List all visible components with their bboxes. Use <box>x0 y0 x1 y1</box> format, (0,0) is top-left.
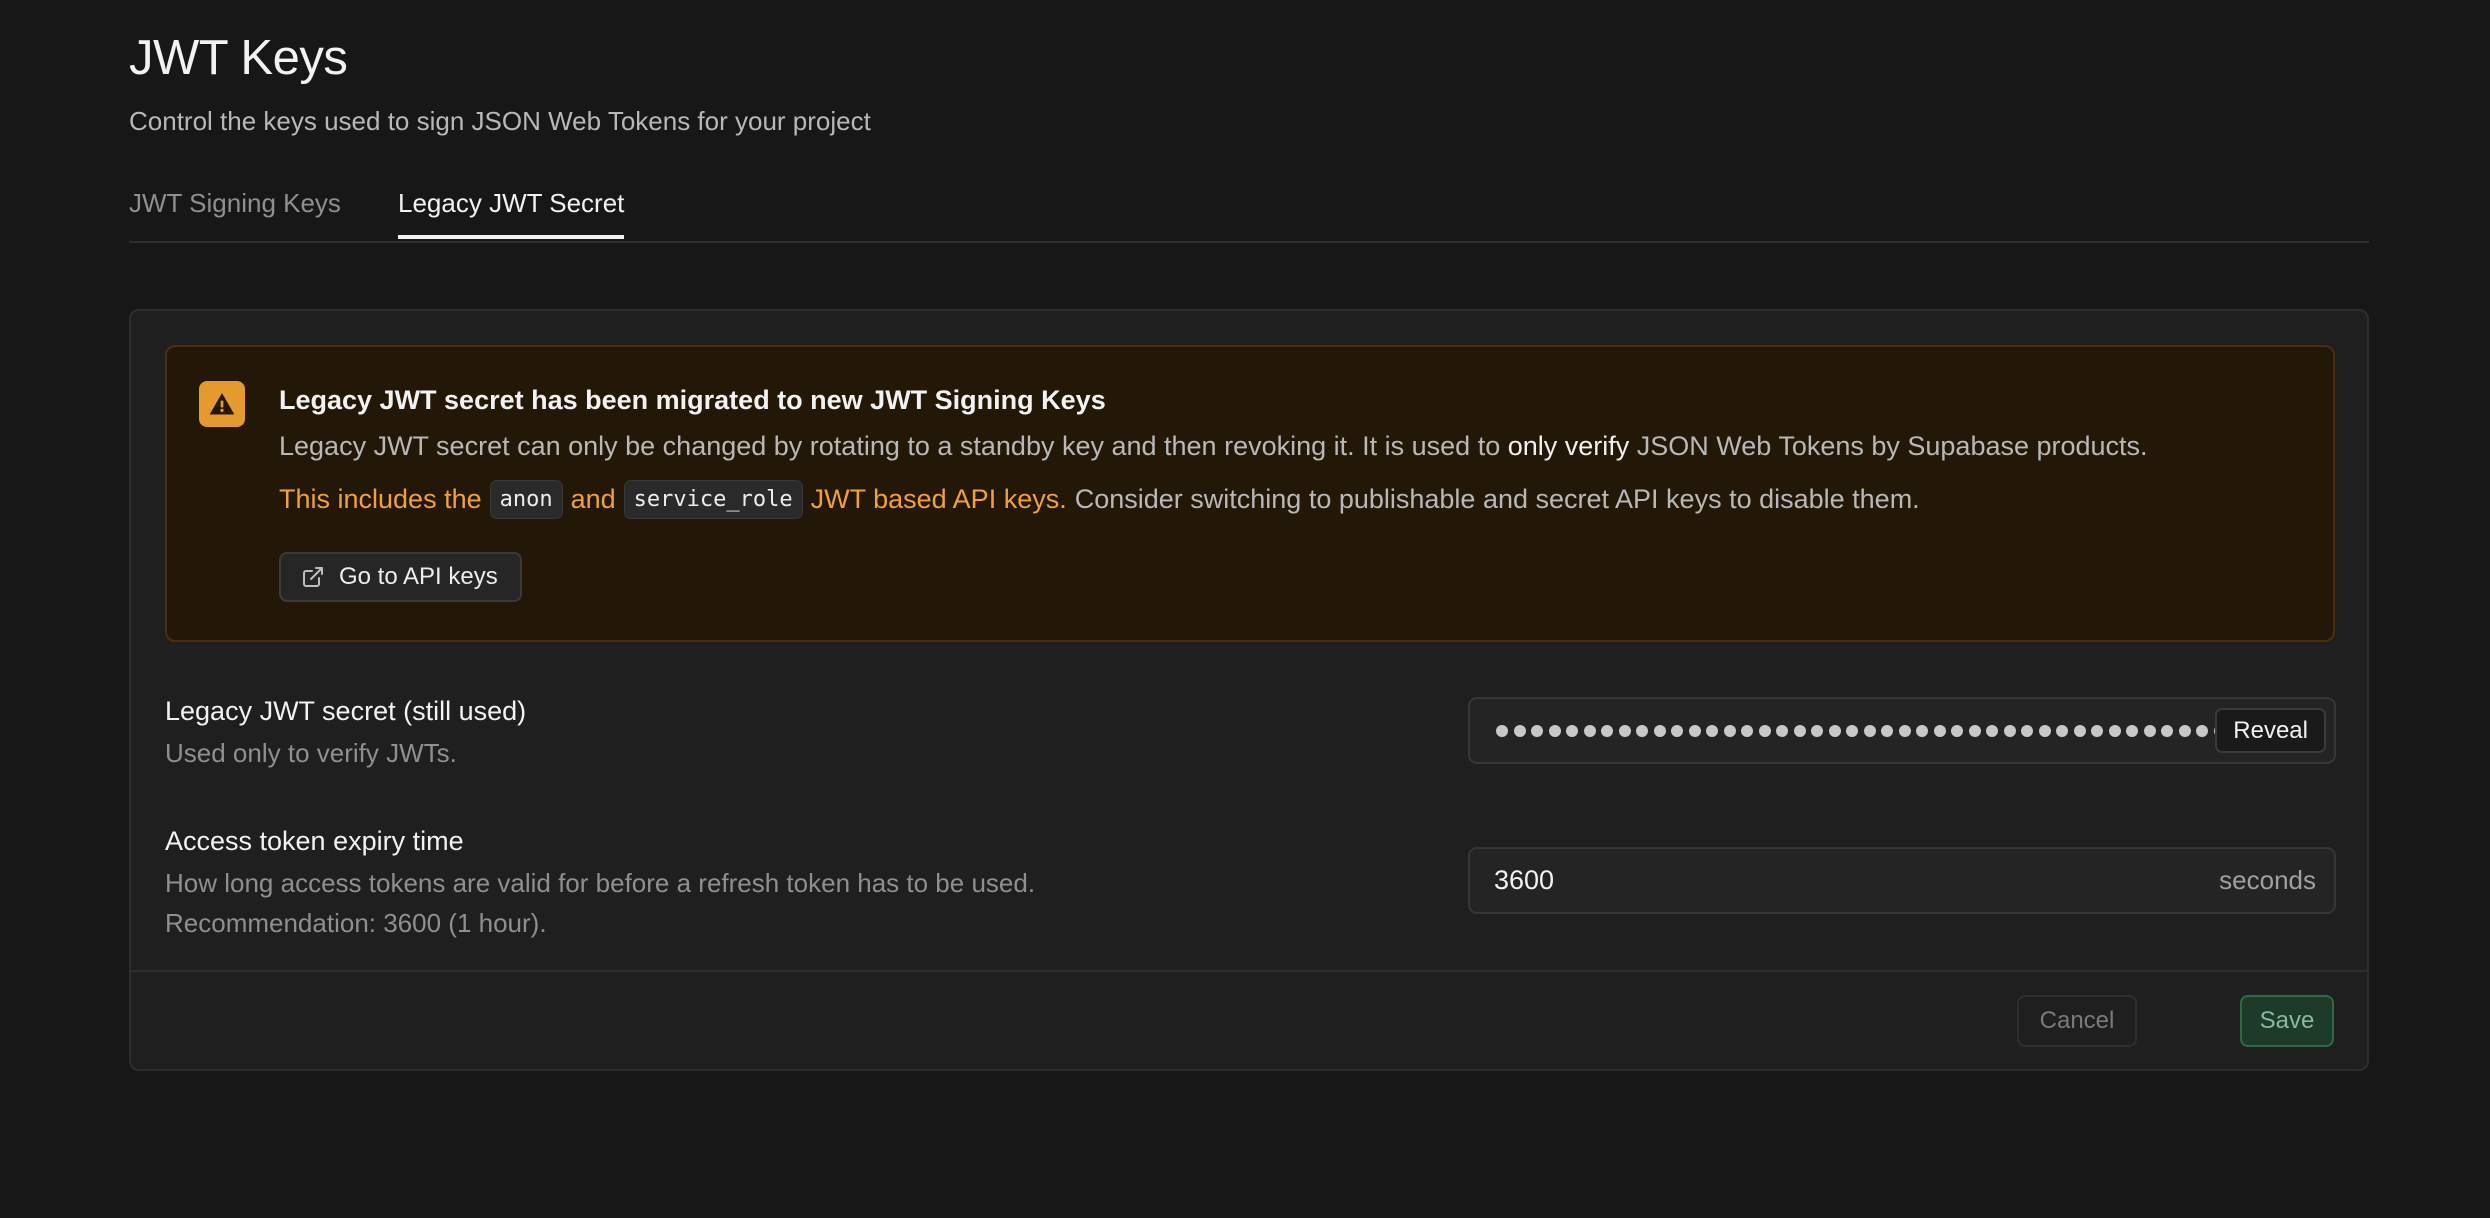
tab-legacy-jwt-secret[interactable]: Legacy JWT Secret <box>398 188 625 239</box>
mask-dot <box>1828 724 1841 737</box>
mask-dot <box>1951 724 1963 737</box>
mask-dot <box>1758 724 1771 737</box>
go-to-api-keys-label: Go to API keys <box>339 563 498 590</box>
mask-dot <box>1706 724 1718 737</box>
mask-dot <box>2073 724 2086 737</box>
alert-note-api-keys: JWT based API keys. <box>810 484 1067 514</box>
mask-dot <box>2161 724 2173 737</box>
mask-dot <box>2178 724 2191 737</box>
alert-body-highlight: only verify <box>1507 431 1630 461</box>
expiry-field: seconds <box>1468 847 2336 914</box>
mask-dot <box>2196 724 2208 737</box>
mask-dot <box>1636 724 1648 737</box>
mask-dot <box>1548 724 1561 737</box>
alert-note-prefix: This includes the <box>279 484 482 514</box>
expiry-seconds-input[interactable] <box>1494 849 2094 912</box>
mask-dot <box>1898 724 1911 737</box>
mask-dot <box>2108 724 2121 737</box>
mask-dot <box>1653 724 1666 737</box>
mask-dot <box>2091 724 2103 737</box>
mask-dot <box>1881 724 1893 737</box>
legacy-secret-card: Legacy JWT secret has been migrated to n… <box>129 309 2369 1071</box>
mask-dot <box>2126 724 2138 737</box>
mask-dot <box>1723 724 1736 737</box>
cancel-button[interactable]: Cancel <box>2017 995 2137 1047</box>
mask-dot <box>2056 724 2068 737</box>
warning-icon <box>199 381 245 427</box>
migration-warning-alert: Legacy JWT secret has been migrated to n… <box>165 345 2335 642</box>
code-anon: anon <box>489 480 563 519</box>
alert-api-keys-note: This includes the anon and service_role … <box>279 480 1920 519</box>
page-subtitle: Control the keys used to sign JSON Web T… <box>129 106 871 136</box>
mask-dot <box>1741 724 1753 737</box>
masked-secret-value <box>1496 699 2216 762</box>
mask-dot <box>1601 724 1613 737</box>
code-service-role: service_role <box>623 480 803 519</box>
mask-dot <box>1793 724 1806 737</box>
alert-note-suggestion: Consider switching to publishable and se… <box>1074 484 1920 514</box>
mask-dot <box>1496 724 1508 737</box>
mask-dot <box>1811 724 1823 737</box>
reveal-button[interactable]: Reveal <box>2215 708 2326 753</box>
mask-dot <box>1513 724 1526 737</box>
mask-dot <box>1583 724 1596 737</box>
alert-title: Legacy JWT secret has been migrated to n… <box>279 385 1106 415</box>
alert-body-text-end: JSON Web Tokens by Supabase products. <box>1629 431 2148 461</box>
mask-dot <box>1916 724 1928 737</box>
expiry-description: How long access tokens are valid for bef… <box>165 868 1036 898</box>
alert-note-and: and <box>570 484 616 514</box>
secret-description: Used only to verify JWTs. <box>165 738 457 768</box>
page-title: JWT Keys <box>129 31 348 85</box>
alert-body: Legacy JWT secret can only be changed by… <box>279 431 2148 462</box>
expiry-unit-suffix: seconds <box>2219 865 2316 895</box>
save-button[interactable]: Save <box>2240 995 2334 1047</box>
tab-jwt-signing-keys[interactable]: JWT Signing Keys <box>129 188 341 237</box>
mask-dot <box>1671 724 1683 737</box>
mask-dot <box>2143 724 2156 737</box>
external-link-icon <box>303 567 323 587</box>
mask-dot <box>1986 724 1998 737</box>
mask-dot <box>1531 724 1543 737</box>
tab-bar: JWT Signing Keys Legacy JWT Secret <box>129 188 2369 243</box>
mask-dot <box>2003 724 2016 737</box>
card-footer: Cancel Save <box>131 970 2367 1069</box>
mask-dot <box>1618 724 1631 737</box>
mask-dot <box>1776 724 1788 737</box>
mask-dot <box>1863 724 1876 737</box>
go-to-api-keys-button[interactable]: Go to API keys <box>279 552 522 602</box>
mask-dot <box>1566 724 1578 737</box>
expiry-label: Access token expiry time <box>165 826 464 856</box>
secret-field[interactable]: Reveal <box>1468 697 2336 764</box>
mask-dot <box>1933 724 1946 737</box>
mask-dot <box>2038 724 2051 737</box>
secret-label: Legacy JWT secret (still used) <box>165 696 527 726</box>
mask-dot <box>1846 724 1858 737</box>
mask-dot <box>1688 724 1701 737</box>
alert-body-text: Legacy JWT secret can only be changed by… <box>279 431 1508 461</box>
expiry-recommendation: Recommendation: 3600 (1 hour). <box>165 908 547 938</box>
mask-dot <box>1968 724 1981 737</box>
mask-dot <box>2021 724 2033 737</box>
